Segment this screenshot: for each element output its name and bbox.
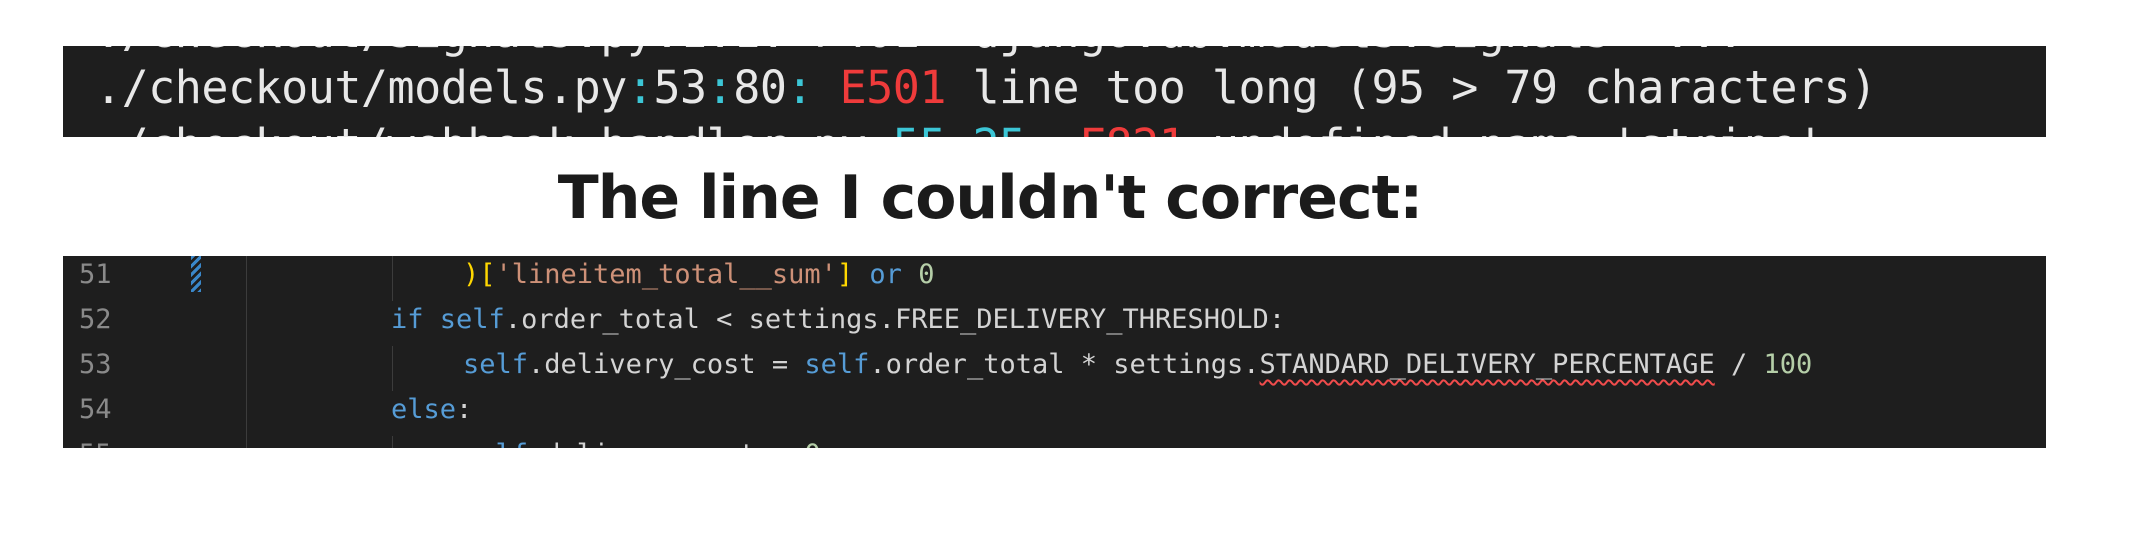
error-message: line too long (95 > 79 characters) [972, 61, 1878, 114]
keyword-token: else [391, 394, 457, 425]
code-editor-panel: 51 )['lineitem_total__sum'] or 0 52 if s… [63, 256, 2046, 448]
error-column-number: 80 [733, 61, 787, 114]
code-text[interactable]: )['lineitem_total__sum'] or 0 [463, 256, 934, 297]
error-squiggle-token[interactable]: STANDARD_DELIVERY_PERCENTAGE [1260, 349, 1715, 380]
text-token: .delivery_cost = [528, 439, 804, 448]
code-line[interactable]: 55 self.delivery_cost = 0 [63, 432, 2046, 448]
text-token: .order_total < settings.FREE_DELIVERY_TH… [504, 304, 1286, 335]
code-line[interactable]: 54 else: [63, 387, 2046, 432]
line-number: 55 [79, 432, 125, 448]
page-heading: The line I couldn't correct: [557, 163, 1423, 233]
line-number: 52 [79, 304, 112, 335]
terminal-line-partial-bottom: ./checkout/webhook_handler.py:55:25: F82… [95, 116, 1824, 137]
self-token: self [439, 304, 505, 335]
git-modified-marker [191, 256, 201, 292]
string-token: 'lineitem_total__sum' [495, 259, 837, 290]
code-text[interactable]: else: [391, 387, 472, 432]
error-file-path: ./checkout/models.py [95, 61, 627, 114]
code-text[interactable]: self.delivery_cost = self.order_total * … [463, 342, 1812, 387]
sep-colon: : [786, 61, 814, 114]
number-token: 0 [804, 439, 820, 448]
bracket-token: ] [836, 259, 854, 290]
keyword-token: or [853, 259, 919, 290]
self-token: self [463, 349, 529, 380]
text-token: / [1714, 349, 1764, 380]
code-line-error[interactable]: 53 self.delivery_cost = self.order_total… [63, 342, 2046, 387]
text-token: .order_total * settings. [869, 349, 1260, 380]
error-message: undefined name 'stripe' [1212, 119, 1824, 137]
line-number: 54 [79, 394, 112, 425]
code-text[interactable]: if self.order_total < settings.FREE_DELI… [391, 297, 1285, 342]
error-file-path: ./checkout/webhook_handler.py [95, 119, 867, 137]
sep-colon: : [706, 61, 734, 114]
line-number: 51 [79, 259, 112, 290]
self-token: self [804, 349, 870, 380]
terminal-line-e501: ./checkout/models.py:53:80: E501 line to… [95, 58, 1877, 118]
sep-colon: : [626, 61, 654, 114]
code-text[interactable]: self.delivery_cost = 0 [463, 432, 821, 448]
keyword-token: if [391, 304, 440, 335]
error-location: :55:25: [866, 119, 1053, 137]
text-token: .delivery_cost = [528, 349, 805, 380]
code-line[interactable]: 51 )['lineitem_total__sum'] or 0 [63, 256, 2046, 297]
error-line-number: 53 [653, 61, 707, 114]
error-code: F821 [1079, 119, 1186, 137]
bracket-token: )[ [463, 259, 496, 290]
code-line[interactable]: 52 if self.order_total < settings.FREE_D… [63, 297, 2046, 342]
number-token: 100 [1763, 349, 1813, 380]
line-number: 53 [79, 349, 112, 380]
self-token: self [463, 439, 528, 448]
text-token: : [456, 394, 473, 425]
error-code: E501 [839, 61, 947, 114]
number-token: 0 [918, 259, 935, 290]
terminal-output-panel: ./checkout/signals.py:1:1: F401 'django.… [63, 46, 2046, 137]
